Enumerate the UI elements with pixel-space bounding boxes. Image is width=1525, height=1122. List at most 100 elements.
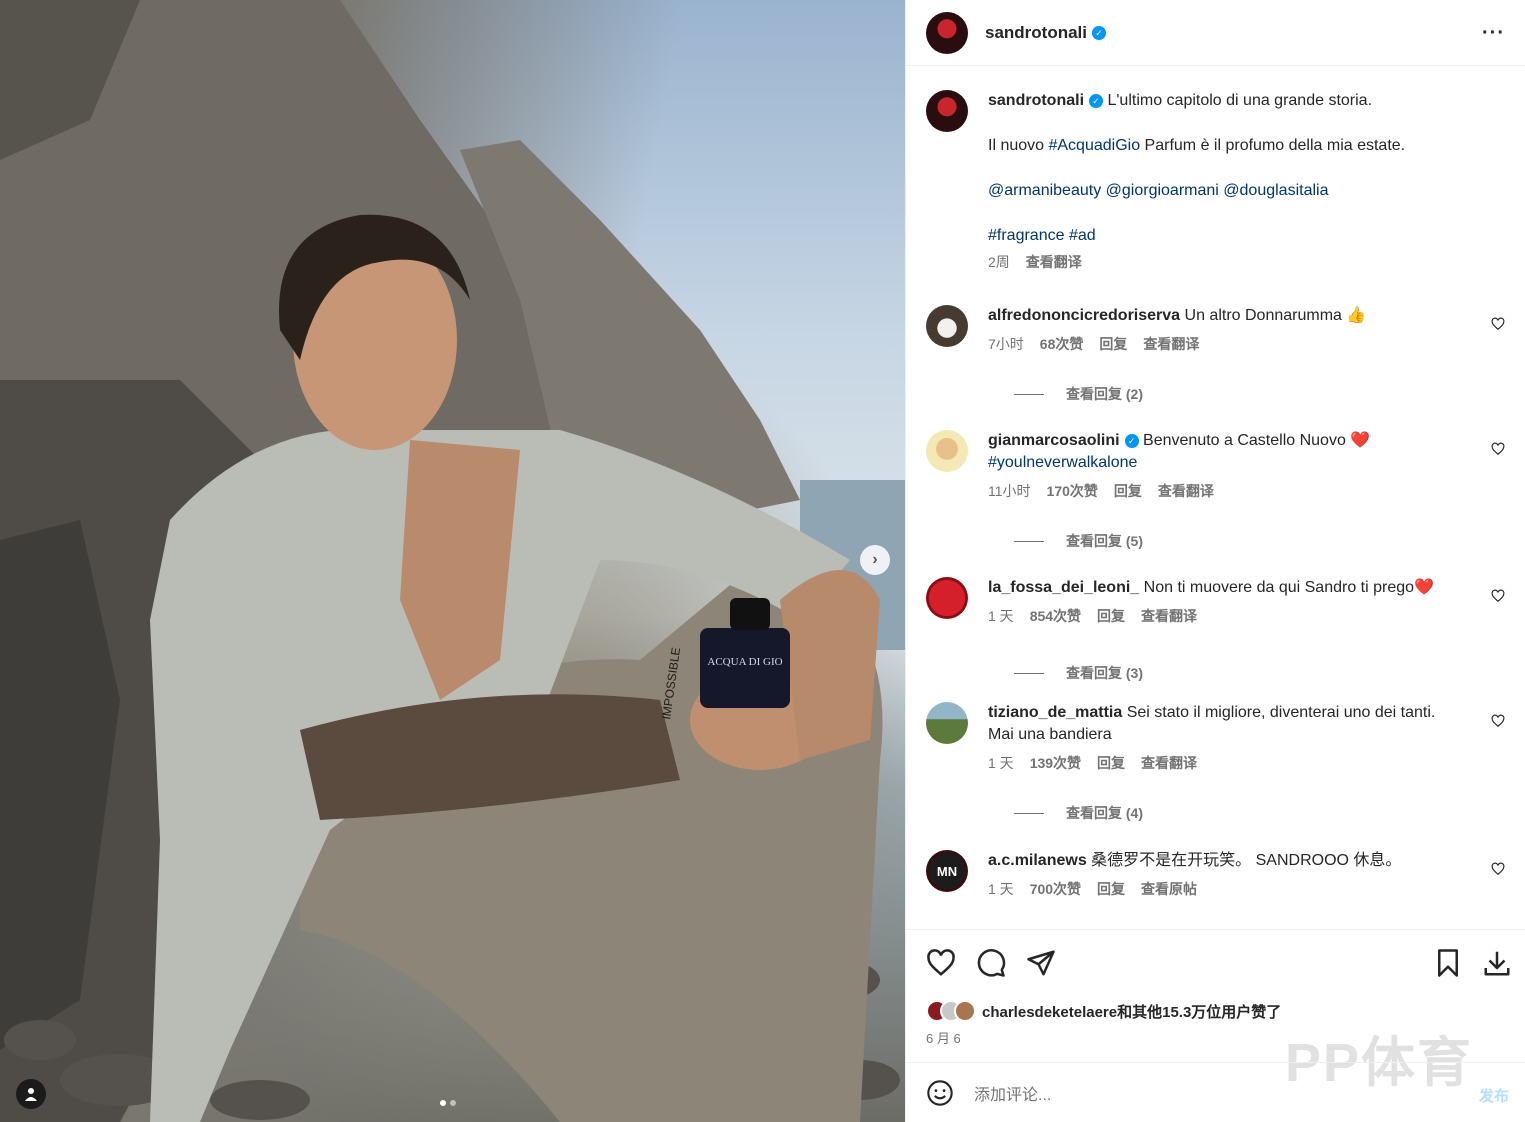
comment-likes[interactable]: 68次赞 — [1040, 333, 1084, 355]
view-replies-label: 查看回复 (2) — [1066, 386, 1143, 402]
commenter-username[interactable]: la_fossa_dei_leoni_ — [988, 579, 1139, 596]
comment-like-icon[interactable] — [1491, 442, 1505, 456]
photo-scene: ACQUA DI GIO IMPOSSIBLE — [0, 0, 905, 1122]
hashtag-link[interactable]: #fragrance — [988, 227, 1065, 244]
likes-count-text[interactable]: 和其他15.3万位用户赞了 — [1117, 1004, 1281, 1021]
action-bar: charlesdeketelaere和其他15.3万位用户赞了 6 月 6 PP… — [906, 929, 1525, 1093]
comment-like-icon[interactable] — [1491, 589, 1505, 603]
like-heart-icon[interactable] — [926, 948, 956, 978]
save-bookmark-icon[interactable] — [1433, 948, 1463, 978]
reply-button[interactable]: 回复 — [1114, 480, 1142, 502]
comment-like-icon[interactable] — [1491, 714, 1505, 728]
comment-likes[interactable]: 854次赞 — [1030, 605, 1081, 627]
view-replies-button[interactable]: 查看回复 (4) — [1014, 803, 1143, 823]
comment-like-icon[interactable] — [1491, 317, 1505, 331]
perfume-cap — [730, 598, 770, 630]
replies-line — [1014, 540, 1044, 542]
commenter-avatar[interactable] — [926, 430, 968, 472]
view-original-button[interactable]: 查看原帖 — [1141, 878, 1197, 900]
commenter-username[interactable]: alfredononcicredoriserva — [988, 307, 1180, 324]
author-username[interactable]: sandrotonali — [985, 23, 1087, 43]
author-avatar[interactable] — [926, 11, 968, 54]
comment: la_fossa_dei_leoni_ Non ti muovere da qu… — [926, 577, 1505, 687]
view-replies-button[interactable]: 查看回复 (2) — [1014, 384, 1143, 404]
replies-line — [1014, 812, 1044, 814]
commenter-username[interactable]: tiziano_de_mattia — [988, 704, 1122, 721]
verified-badge-icon: ✓ — [1124, 433, 1139, 448]
hashtag-link[interactable]: #youlneverwalkalone — [988, 454, 1137, 471]
liker-username[interactable]: charlesdeketelaere — [982, 1004, 1117, 1021]
caption-body: sandrotonali ✓ L'ultimo capitolo di una g… — [988, 90, 1465, 273]
translate-button[interactable]: 查看翻译 — [1141, 752, 1197, 774]
mention-link[interactable]: @douglasitalia — [1223, 182, 1328, 199]
reply-button[interactable]: 回复 — [1097, 752, 1125, 774]
comment-meta: 1 天 139次赞 回复 查看翻译 — [988, 752, 1465, 774]
tagged-users-button[interactable] — [16, 1079, 46, 1109]
comment-meta: 11小时 170次赞 回复 查看翻译 — [988, 480, 1465, 502]
caption-hashtags: #fragrance #ad — [988, 225, 1465, 247]
commenter-avatar[interactable]: MN — [926, 850, 968, 892]
translate-button[interactable]: 查看翻译 — [1158, 480, 1214, 502]
caption-time: 2周 — [988, 254, 1010, 270]
liked-by[interactable]: charlesdeketelaere和其他15.3万位用户赞了 — [926, 1000, 1281, 1022]
perfume-label: ACQUA DI GIO — [707, 656, 782, 668]
comment: alfredononcicredoriserva Un altro Donnar… — [926, 305, 1505, 415]
verified-badge-icon: ✓ — [1092, 25, 1107, 40]
comments-list: sandrotonali ✓ L'ultimo capitolo di una g… — [906, 67, 1525, 929]
liker-avatar — [954, 1000, 976, 1022]
commenter-avatar[interactable] — [926, 305, 968, 347]
view-replies-label: 查看回复 (5) — [1066, 533, 1143, 549]
caption-line1: L'ultimo capitolo di una grande storia. — [1107, 92, 1373, 109]
comment-time: 1 天 — [988, 608, 1014, 624]
post-photo[interactable]: ACQUA DI GIO IMPOSSIBLE › — [0, 0, 905, 1122]
view-replies-button[interactable]: 查看回复 (5) — [1014, 531, 1143, 551]
reply-button[interactable]: 回复 — [1097, 878, 1125, 900]
comment-meta: 1 天 700次赞 回复 查看原帖 — [988, 878, 1465, 900]
comment-time: 1 天 — [988, 881, 1014, 897]
comment-likes[interactable]: 170次赞 — [1047, 480, 1098, 502]
caption-username[interactable]: sandrotonali — [988, 92, 1084, 109]
commenter-avatar[interactable] — [926, 702, 968, 744]
comment-text: Benvenuto a Castello Nuovo ❤️ — [1143, 432, 1371, 449]
share-paper-plane-icon[interactable] — [1026, 948, 1056, 978]
carousel-dot-active — [440, 1100, 446, 1106]
translate-button[interactable]: 查看翻译 — [1143, 333, 1199, 355]
mention-link[interactable]: @giorgioarmani — [1106, 182, 1219, 199]
commenter-avatar[interactable] — [926, 577, 968, 619]
reply-button[interactable]: 回复 — [1099, 333, 1127, 355]
verified-badge-icon: ✓ — [1089, 93, 1104, 108]
comment-likes[interactable]: 139次赞 — [1030, 752, 1081, 774]
translate-button[interactable]: 查看翻译 — [1141, 605, 1197, 627]
mention-link[interactable]: @armanibeauty — [988, 182, 1101, 199]
caption-text: Parfum è il profumo della mia estate. — [1140, 137, 1406, 154]
post-panel: sandrotonali ✓ ··· sandrotonali ✓ L'ultim… — [905, 0, 1525, 1122]
publish-button[interactable]: 发布 — [1479, 1085, 1509, 1106]
post-header: sandrotonali ✓ ··· — [906, 0, 1525, 66]
reply-button[interactable]: 回复 — [1097, 605, 1125, 627]
caption-mentions: @armanibeauty @giorgioarmani @douglasita… — [988, 180, 1465, 202]
emoji-icon[interactable] — [926, 1079, 954, 1107]
commenter-username[interactable]: gianmarcosaolini — [988, 432, 1120, 449]
post-date: 6 月 6 — [926, 1031, 961, 1046]
comment-likes[interactable]: 700次赞 — [1030, 878, 1081, 900]
comment-bubble-icon[interactable] — [976, 948, 1006, 978]
hashtag-link[interactable]: #AcquadiGio — [1048, 137, 1140, 154]
perfume-bottle — [700, 628, 790, 708]
next-slide-button[interactable]: › — [860, 545, 890, 575]
caption-avatar[interactable] — [926, 90, 968, 132]
caption-line2: Il nuovo #AcquadiGio Parfum è il profumo… — [988, 135, 1465, 157]
hashtag-link[interactable]: #ad — [1069, 227, 1096, 244]
caption: sandrotonali ✓ L'ultimo capitolo di una g… — [926, 90, 1505, 280]
translate-button[interactable]: 查看翻译 — [1026, 251, 1082, 273]
person-icon — [25, 1088, 37, 1101]
add-comment-bar: 添加评论... 发布 — [906, 1062, 1525, 1122]
more-options-icon[interactable]: ··· — [1482, 22, 1505, 45]
download-icon[interactable] — [1482, 948, 1512, 978]
comment-input[interactable]: 添加评论... — [974, 1081, 1051, 1105]
comment-like-icon[interactable] — [1491, 862, 1505, 876]
liked-by-text: charlesdeketelaere和其他15.3万位用户赞了 — [982, 1001, 1281, 1022]
view-replies-label: 查看回复 (4) — [1066, 805, 1143, 821]
view-replies-button[interactable]: 查看回复 (3) — [1014, 663, 1143, 683]
comment-time: 11小时 — [988, 483, 1031, 499]
commenter-username[interactable]: a.c.milanews — [988, 852, 1087, 869]
